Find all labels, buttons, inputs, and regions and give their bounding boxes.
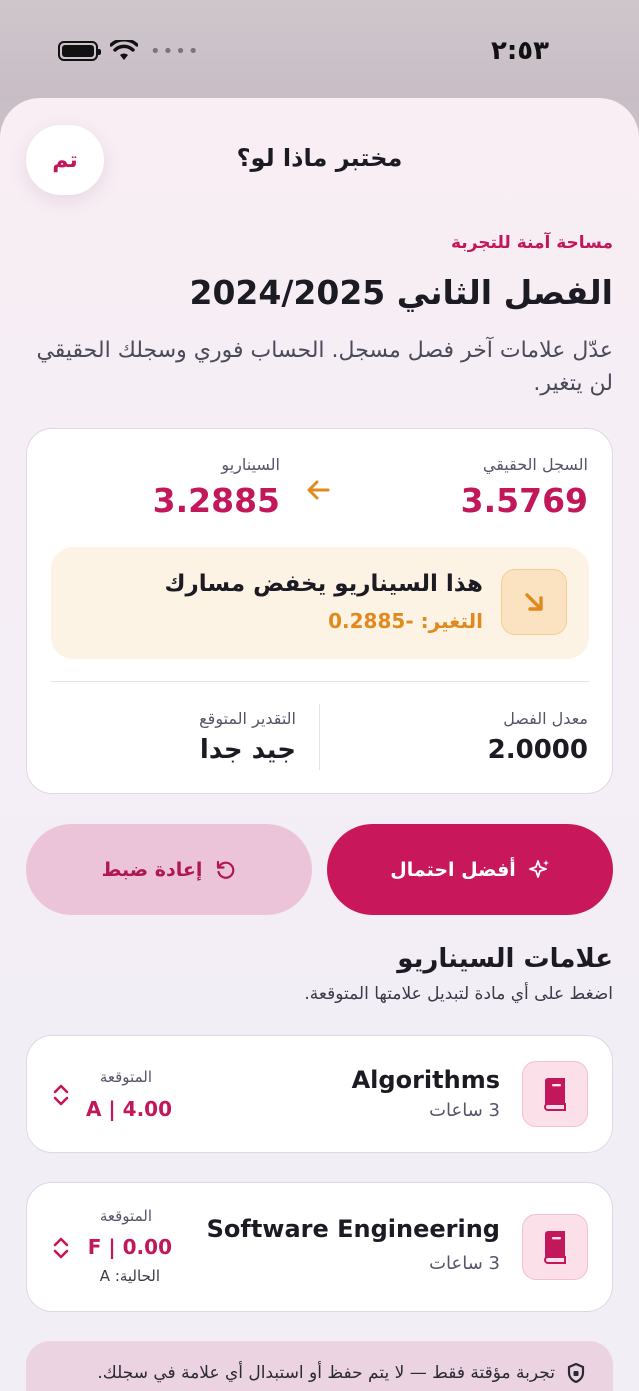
best-case-label: أفضل احتمال [390, 858, 516, 881]
semester-avg-value: 2.0000 [487, 735, 588, 765]
book-icon [522, 1061, 588, 1127]
scenario-value: 3.2885 [152, 481, 280, 520]
expected-label: المتوقعة [99, 1207, 152, 1225]
scenario-grades-subtitle: اضغط على أي مادة لتبديل علامتها المتوقعة… [304, 984, 613, 1004]
sheet-title: مختبر ماذا لو؟ [236, 144, 403, 172]
status-icons: •••• [58, 40, 200, 62]
expected-grade: A | 4.00 [85, 1097, 172, 1121]
gpa-summary-card: السجل الحقيقي 3.5769 السيناريو 3.2885 هذ… [26, 428, 613, 794]
trend-down-icon [501, 569, 567, 635]
sparkle-icon [528, 859, 549, 878]
expected-grade-value: جيد جدا [199, 735, 296, 765]
course-name: Software Engineering [206, 1215, 500, 1243]
wifi-icon [110, 40, 138, 60]
chevron-updown-icon[interactable] [51, 1235, 71, 1261]
reset-icon [217, 860, 235, 879]
real-record-label: السجل الحقيقي [482, 455, 588, 474]
reset-button[interactable]: إعادة ضبط [26, 824, 312, 915]
what-if-sheet: تم مختبر ماذا لو؟ مساحة آمنة للتجربة الف… [0, 98, 639, 1391]
intro-subtitle: عدّل علامات آخر فصل مسجل. الحساب فوري وس… [36, 338, 613, 396]
alert-change: التغير: -0.2885 [328, 609, 483, 633]
scenario-label: السيناريو [221, 455, 280, 474]
book-icon [522, 1214, 588, 1280]
course-card-algorithms[interactable]: Algorithms 3 ساعات المتوقعة A | 4.00 [26, 1035, 613, 1153]
alert-title: هذا السيناريو يخفض مسارك [164, 571, 483, 597]
signal-icon: •••• [150, 40, 201, 62]
best-case-button[interactable]: أفضل احتمال [327, 824, 613, 915]
real-record-value: 3.5769 [460, 481, 588, 520]
safe-space-label: مساحة آمنة للتجربة [451, 233, 613, 253]
temporary-notice: تجربة مؤقتة فقط — لا يتم حفظ أو استبدال … [26, 1341, 613, 1391]
divider [51, 681, 589, 682]
trend-alert: هذا السيناريو يخفض مسارك التغير: -0.2885 [51, 547, 589, 659]
course-card-software-engineering[interactable]: Software Engineering 3 ساعات المتوقعة F … [26, 1182, 613, 1312]
expected-grade: F | 0.00 [87, 1235, 172, 1259]
expected-grade-label: التقدير المتوقع [199, 709, 296, 728]
course-hours: 3 ساعات [429, 1100, 500, 1121]
semester-avg-label: معدل الفصل [503, 709, 588, 728]
chevron-updown-icon[interactable] [51, 1082, 71, 1108]
shield-icon [567, 1363, 585, 1383]
course-name: Algorithms [351, 1066, 500, 1094]
semester-title: الفصل الثاني 2024/2025 [189, 273, 614, 312]
scenario-grades-title: علامات السيناريو [397, 944, 613, 974]
expected-label: المتوقعة [99, 1068, 152, 1086]
status-bar: •••• ٢:٥٣ [0, 0, 639, 100]
divider-vertical [319, 704, 320, 770]
course-hours: 3 ساعات [429, 1253, 500, 1274]
battery-icon [58, 41, 101, 61]
current-grade: الحالية: A [99, 1267, 160, 1285]
arrow-left-icon [307, 480, 330, 500]
reset-label: إعادة ضبط [101, 858, 203, 881]
status-time: ٢:٥٣ [490, 36, 549, 66]
notice-text: تجربة مؤقتة فقط — لا يتم حفظ أو استبدال … [97, 1363, 555, 1383]
